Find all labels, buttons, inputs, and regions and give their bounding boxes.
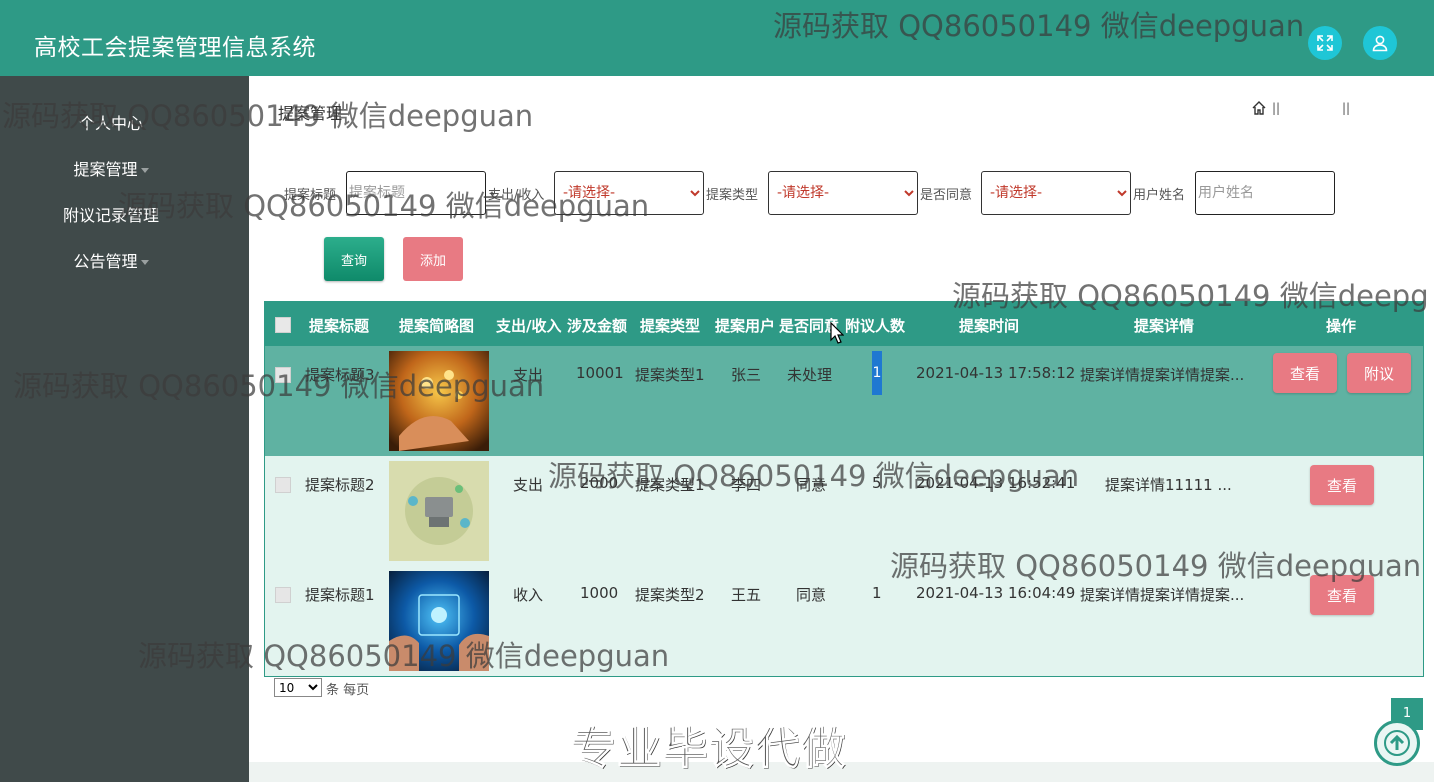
proposal-table: 提案标题 提案简略图 支出/收入 涉及金额 提案类型 提案用户 是否同意 附议人…: [264, 301, 1424, 677]
cell-io: 支出: [513, 366, 544, 384]
sidebar-item-proposal-management[interactable]: 提案管理: [0, 156, 222, 180]
column-header: 操作: [1326, 317, 1357, 335]
cell-count: 5: [872, 474, 882, 492]
top-header: 高校工会提案管理信息系统: [0, 0, 1434, 76]
title-filter-input[interactable]: [346, 171, 486, 215]
fullscreen-button[interactable]: [1308, 26, 1342, 60]
proposal-thumbnail[interactable]: [389, 571, 489, 671]
user-filter-input[interactable]: [1195, 171, 1335, 215]
user-menu-button[interactable]: [1363, 26, 1397, 60]
view-button[interactable]: 查看: [1273, 353, 1337, 393]
sidebar-item-label: 提案管理: [73, 160, 138, 179]
proposal-thumbnail[interactable]: [389, 351, 489, 451]
cell-detail: 提案详情提案详情提案...: [1080, 366, 1245, 384]
cell-detail: 提案详情提案详情提案...: [1080, 586, 1245, 604]
breadcrumb-separator: ||: [1342, 101, 1351, 115]
page-size-select[interactable]: 10: [274, 678, 322, 697]
select-all-checkbox[interactable]: [275, 317, 291, 333]
sidebar: 个人中心 提案管理 附议记录管理 公告管理: [0, 76, 249, 782]
sidebar-item-personal-center[interactable]: 个人中心: [0, 110, 222, 134]
io-filter-label: 支出/收入: [488, 188, 545, 203]
sidebar-item-announcements[interactable]: 公告管理: [0, 248, 222, 272]
cell-io: 支出: [513, 476, 544, 494]
cell-agree: 同意: [796, 476, 827, 494]
cell-amount: 2000: [580, 474, 619, 492]
query-button[interactable]: 查询: [324, 237, 384, 281]
column-header: 附议人数: [845, 317, 906, 335]
cell-amount: 10001: [576, 364, 624, 382]
mouse-cursor-icon: [830, 322, 844, 344]
cell-user: 张三: [731, 366, 762, 384]
cell-type: 提案类型2: [635, 586, 705, 604]
cell-detail: 提案详情11111 ...: [1105, 476, 1232, 494]
caret-down-icon: [140, 260, 149, 265]
cell-count: 1: [872, 584, 882, 602]
title-filter-label: 提案标题: [284, 188, 337, 203]
row-checkbox[interactable]: [275, 587, 291, 603]
view-button[interactable]: 查看: [1310, 465, 1374, 505]
cell-user: 王五: [731, 586, 762, 604]
cell-agree: 同意: [796, 586, 827, 604]
back-to-top-button[interactable]: [1374, 720, 1420, 766]
cell-count: 1: [872, 351, 882, 395]
category-filter-label: 提案类型: [706, 188, 759, 203]
cell-title: 提案标题1: [305, 586, 375, 604]
sidebar-item-label: 公告管理: [73, 252, 138, 271]
column-header: 提案时间: [959, 317, 1020, 335]
row-checkbox[interactable]: [275, 367, 291, 383]
page-title: 提案管理: [278, 104, 343, 123]
arrow-up-icon: [1384, 730, 1410, 756]
cell-time: 2021-04-13 16:04:49: [916, 584, 1076, 602]
page-size-label: 条 每页: [326, 683, 370, 698]
io-filter-select[interactable]: -请选择-: [554, 171, 704, 215]
cell-title: 提案标题3: [305, 366, 375, 384]
cell-agree: 未处理: [787, 366, 833, 384]
expand-icon: [1317, 35, 1333, 51]
column-header: 提案标题: [309, 317, 370, 335]
column-header: 提案简略图: [399, 317, 475, 335]
column-header: 提案类型: [640, 317, 701, 335]
agree-filter-select[interactable]: -请选择-: [981, 171, 1131, 215]
column-header: 提案详情: [1134, 317, 1195, 335]
cell-io: 收入: [513, 586, 544, 604]
app-title: 高校工会提案管理信息系统: [34, 35, 316, 61]
agree-filter-label: 是否同意: [920, 188, 973, 203]
view-button[interactable]: 查看: [1310, 575, 1374, 615]
table-row[interactable]: 提案标题1 收入 1000 提案类型2 王五 同意 1 2021-04-13 1…: [265, 566, 1423, 676]
user-filter-label: 用户姓名: [1133, 188, 1186, 203]
cell-type: 提案类型1: [635, 366, 705, 384]
cell-title: 提案标题2: [305, 476, 375, 494]
cell-amount: 1000: [580, 584, 619, 602]
proposal-thumbnail[interactable]: [389, 461, 489, 561]
column-header: 提案用户: [715, 317, 776, 335]
column-header: 涉及金额: [567, 317, 628, 335]
promo-watermark: 专业毕设代做: [571, 723, 847, 775]
category-filter-select[interactable]: -请选择-: [768, 171, 918, 215]
cell-time: 2021-04-13 17:58:12: [916, 364, 1076, 382]
add-button[interactable]: 添加: [403, 237, 463, 281]
column-header: 支出/收入: [496, 317, 562, 335]
cell-time: 2021-04-13 16:52:41: [916, 474, 1076, 492]
sidebar-item-label: 个人中心: [78, 114, 143, 133]
sidebar-item-label: 附议记录管理: [62, 206, 159, 225]
home-icon[interactable]: [1251, 100, 1267, 116]
sidebar-item-second-records[interactable]: 附议记录管理: [0, 202, 222, 226]
cell-user: 李四: [731, 476, 762, 494]
second-button[interactable]: 附议: [1347, 353, 1411, 393]
table-header: 提案标题 提案简略图 支出/收入 涉及金额 提案类型 提案用户 是否同意 附议人…: [265, 302, 1423, 346]
caret-down-icon: [140, 168, 149, 173]
table-row[interactable]: 提案标题3 支出 10001 提案类型1 张三 未处理 1 2021-04-13…: [265, 346, 1423, 456]
table-row[interactable]: 提案标题2 支出 2000 提案类型1 李四 同意 5 2021-04-13 1…: [265, 456, 1423, 566]
breadcrumb-separator: ||: [1272, 101, 1281, 115]
user-icon: [1372, 35, 1388, 52]
cell-type: 提案类型1: [635, 476, 705, 494]
row-checkbox[interactable]: [275, 477, 291, 493]
